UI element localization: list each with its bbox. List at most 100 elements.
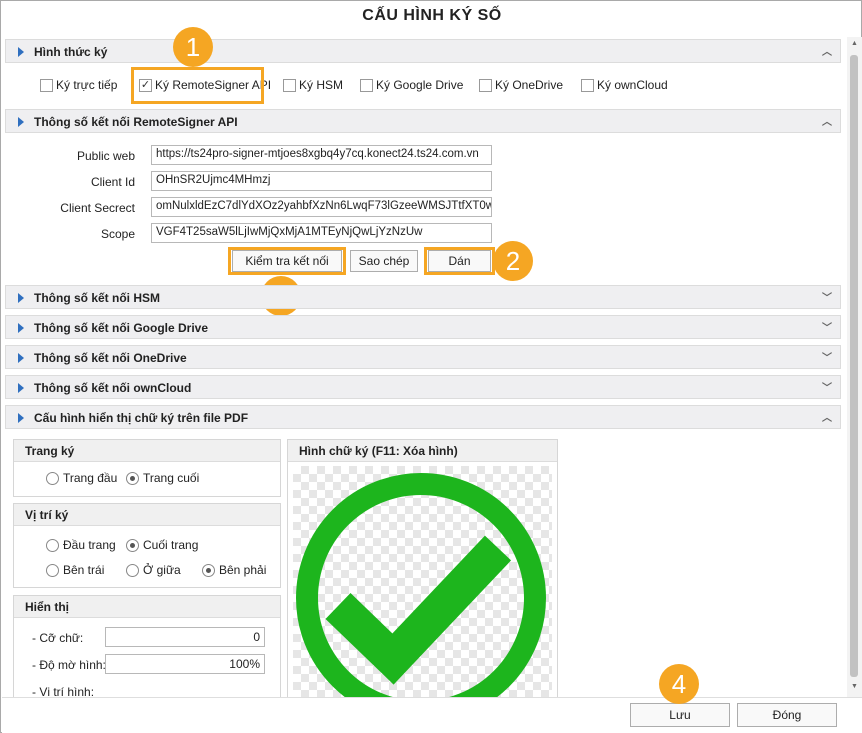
expand-triangle-icon	[18, 47, 24, 57]
radio-top[interactable]: Đầu trang	[46, 538, 116, 552]
radio-label: Đầu trang	[63, 538, 116, 552]
checkbox-label: Ký ownCloud	[597, 78, 668, 92]
radio-label: Ở giữa	[143, 563, 181, 577]
scope-input[interactable]: VGF4T25saW5lLjIwMjQxMjA1MTEyNjQwLjYzNzUw	[151, 223, 492, 243]
dialog-window: CẤU HÌNH KÝ SỐ ▲ ▼ Hình thức ký ︿ Ký trự…	[0, 0, 862, 733]
checkbox-label: Ký OneDrive	[495, 78, 564, 92]
green-checkmark-icon	[296, 473, 546, 698]
chevron-down-icon[interactable]: ﹀	[822, 349, 832, 364]
checkbox-box[interactable]	[40, 78, 53, 92]
radio-right[interactable]: Bên phải	[202, 563, 266, 577]
section-title: Thông số kết nối OneDrive	[34, 351, 187, 365]
section-header-pdf-display[interactable]: Cấu hình hiển thị chữ ký trên file PDF ︿	[5, 405, 841, 429]
section-header-google-drive[interactable]: Thông số kết nối Google Drive ﹀	[5, 315, 841, 339]
checkbox-box[interactable]	[360, 78, 373, 92]
client-id-label: Client Id	[90, 175, 135, 189]
scroll-thumb[interactable]	[850, 55, 858, 677]
radio-circle[interactable]	[126, 563, 139, 577]
client-secret-input[interactable]: omNulxldEzC7dlYdXOz2yahbfXzNn6LwqF73lGze…	[151, 197, 492, 217]
radio-label: Trang đầu	[63, 471, 118, 485]
section-header-hsm[interactable]: Thông số kết nối HSM ﹀	[5, 285, 841, 309]
chevron-down-icon[interactable]: ﹀	[822, 379, 832, 394]
display-group: Hiển thị - Cỡ chữ: 0 - Độ mờ hình: 100% …	[13, 595, 281, 699]
expand-triangle-icon	[18, 353, 24, 363]
checkbox-hsm[interactable]: Ký HSM	[283, 77, 343, 93]
highlight-box-1	[131, 67, 264, 104]
checkbox-owncloud[interactable]: Ký ownCloud	[581, 77, 668, 93]
checkbox-google-drive[interactable]: Ký Google Drive	[360, 77, 463, 93]
opacity-label: - Độ mờ hình:	[32, 658, 106, 672]
public-web-input[interactable]: https://ts24pro-signer-mtjoes8xgbq4y7cq.…	[151, 145, 492, 165]
public-web-label: Public web	[76, 149, 135, 163]
radio-label: Cuối trang	[143, 538, 199, 552]
scope-label: Scope	[100, 227, 135, 241]
checkbox-label: Ký HSM	[299, 78, 344, 92]
radio-circle-selected[interactable]	[126, 471, 139, 485]
highlight-box-2	[424, 247, 495, 275]
radio-first-page[interactable]: Trang đầu	[46, 471, 117, 485]
expand-triangle-icon	[18, 383, 24, 393]
section-header-signing-method[interactable]: Hình thức ký ︿	[5, 39, 841, 63]
radio-circle[interactable]	[46, 471, 59, 485]
copy-button[interactable]: Sao chép	[350, 250, 418, 272]
position-group: Vị trí ký Đầu trang Cuối trang Bên trái …	[13, 503, 281, 588]
radio-label: Bên trái	[63, 563, 105, 577]
checkbox-box[interactable]	[479, 78, 492, 92]
client-secret-label: Client Secrect	[60, 201, 135, 215]
radio-circle[interactable]	[46, 563, 59, 577]
expand-triangle-icon	[18, 413, 24, 423]
checkbox-box[interactable]	[581, 78, 594, 92]
client-id-input[interactable]: OHnSR2Ujmc4MHmzj	[151, 171, 492, 191]
group-title: Hiển thị	[14, 596, 280, 618]
step-badge-4: 4	[659, 664, 699, 704]
radio-circle-selected[interactable]	[126, 538, 139, 552]
save-button[interactable]: Lưu	[630, 703, 730, 727]
section-title: Cấu hình hiển thị chữ ký trên file PDF	[34, 411, 249, 425]
scroll-down-icon[interactable]: ▼	[851, 683, 858, 690]
radio-bottom[interactable]: Cuối trang	[126, 538, 198, 552]
signature-image-canvas[interactable]	[293, 466, 552, 698]
checkbox-box[interactable]	[283, 78, 296, 92]
section-title: Hình thức ký	[34, 45, 108, 59]
signature-image-group: Hình chữ ký (F11: Xóa hình)	[287, 439, 558, 698]
chevron-down-icon[interactable]: ﹀	[822, 319, 832, 334]
step-badge-2: 2	[493, 241, 533, 281]
group-title: Vị trí ký	[14, 504, 280, 526]
section-title: Thông số kết nối ownCloud	[34, 381, 192, 395]
chevron-down-icon[interactable]: ﹀	[822, 289, 832, 304]
expand-triangle-icon	[18, 293, 24, 303]
group-title: Hình chữ ký (F11: Xóa hình)	[288, 440, 557, 462]
group-title: Trang ký	[14, 440, 280, 462]
expand-triangle-icon	[18, 323, 24, 333]
highlight-box-3	[228, 247, 346, 275]
chevron-up-icon[interactable]: ︿	[822, 409, 832, 424]
radio-label: Trang cuối	[143, 471, 200, 485]
checkbox-direct[interactable]: Ký trực tiếp	[40, 77, 117, 93]
section-header-onedrive[interactable]: Thông số kết nối OneDrive ﹀	[5, 345, 841, 369]
footer-bar: Lưu Đóng	[2, 697, 862, 733]
radio-center[interactable]: Ở giữa	[126, 563, 181, 577]
step-badge-1: 1	[173, 27, 213, 67]
scroll-up-icon[interactable]: ▲	[851, 40, 858, 47]
close-button[interactable]: Đóng	[737, 703, 837, 727]
expand-triangle-icon	[18, 117, 24, 127]
checkbox-onedrive[interactable]: Ký OneDrive	[479, 77, 563, 93]
radio-circle[interactable]	[46, 538, 59, 552]
radio-left[interactable]: Bên trái	[46, 563, 104, 577]
section-header-remotesigner[interactable]: Thông số kết nối RemoteSigner API ︿	[5, 109, 841, 133]
section-title: Thông số kết nối Google Drive	[34, 321, 209, 335]
opacity-input[interactable]: 100%	[105, 654, 265, 674]
dialog-title: CẤU HÌNH KÝ SỐ	[362, 7, 502, 24]
font-size-label: - Cỡ chữ:	[32, 631, 84, 645]
section-title: Thông số kết nối RemoteSigner API	[34, 115, 238, 129]
font-size-input[interactable]: 0	[105, 627, 265, 647]
checkbox-label: Ký trực tiếp	[56, 78, 118, 92]
radio-last-page[interactable]: Trang cuối	[126, 471, 199, 485]
page-group: Trang ký Trang đầu Trang cuối	[13, 439, 281, 497]
radio-circle-selected[interactable]	[202, 563, 215, 577]
radio-label: Bên phải	[219, 563, 267, 577]
section-header-owncloud[interactable]: Thông số kết nối ownCloud ﹀	[5, 375, 841, 399]
chevron-up-icon[interactable]: ︿	[822, 43, 832, 58]
chevron-up-icon[interactable]: ︿	[822, 113, 832, 128]
vertical-scrollbar[interactable]: ▲ ▼	[847, 37, 862, 697]
